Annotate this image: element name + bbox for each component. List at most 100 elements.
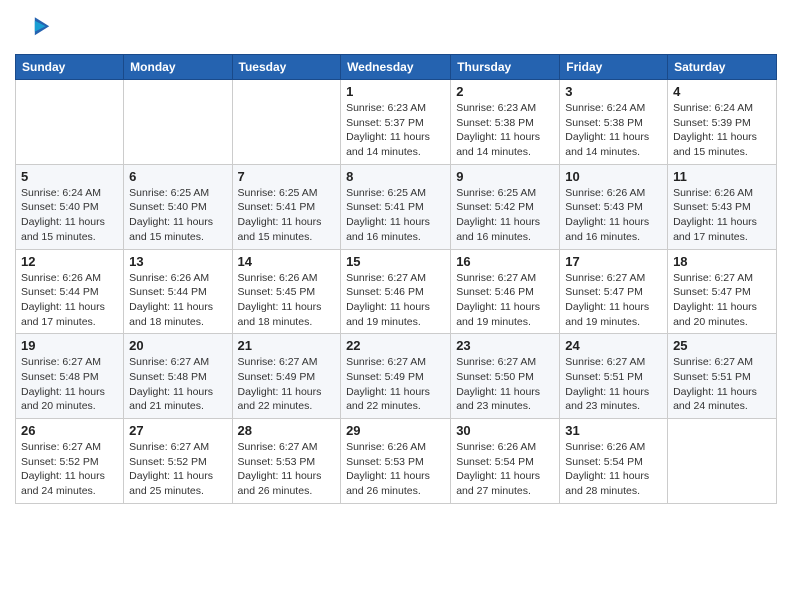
day-info: Sunrise: 6:24 AM Sunset: 5:40 PM Dayligh… [21,186,118,245]
day-number: 10 [565,169,662,184]
day-number: 27 [129,423,226,438]
day-info: Sunrise: 6:26 AM Sunset: 5:43 PM Dayligh… [565,186,662,245]
day-number: 5 [21,169,118,184]
week-row-1: 5 Sunrise: 6:24 AM Sunset: 5:40 PM Daylig… [16,164,777,249]
day-number: 2 [456,84,554,99]
col-header-friday: Friday [560,55,668,80]
calendar-table: SundayMondayTuesdayWednesdayThursdayFrid… [15,54,777,504]
day-info: Sunrise: 6:26 AM Sunset: 5:44 PM Dayligh… [21,271,118,330]
day-cell: 21 Sunrise: 6:27 AM Sunset: 5:49 PM Dayli… [232,334,341,419]
day-info: Sunrise: 6:27 AM Sunset: 5:48 PM Dayligh… [129,355,226,414]
calendar-header-row: SundayMondayTuesdayWednesdayThursdayFrid… [16,55,777,80]
logo [15,10,55,46]
day-info: Sunrise: 6:27 AM Sunset: 5:46 PM Dayligh… [346,271,445,330]
day-number: 22 [346,338,445,353]
day-number: 1 [346,84,445,99]
day-info: Sunrise: 6:27 AM Sunset: 5:47 PM Dayligh… [565,271,662,330]
day-cell: 7Sunrise: 6:25 AM Sunset: 5:41 PM Daylig… [232,164,341,249]
day-cell: 8 Sunrise: 6:25 AM Sunset: 5:41 PM Daylig… [341,164,451,249]
header [15,10,777,46]
day-cell: 1 Sunrise: 6:23 AM Sunset: 5:37 PM Daylig… [341,80,451,165]
day-number: 30 [456,423,554,438]
day-info: Sunrise: 6:27 AM Sunset: 5:50 PM Dayligh… [456,355,554,414]
day-cell [124,80,232,165]
day-number: 11 [673,169,771,184]
day-info: Sunrise: 6:27 AM Sunset: 5:48 PM Dayligh… [21,355,118,414]
day-number: 25 [673,338,771,353]
day-cell [232,80,341,165]
day-info: Sunrise: 6:27 AM Sunset: 5:52 PM Dayligh… [129,440,226,499]
day-cell: 2Sunrise: 6:23 AM Sunset: 5:38 PM Daylig… [451,80,560,165]
page: SundayMondayTuesdayWednesdayThursdayFrid… [0,0,792,612]
day-info: Sunrise: 6:27 AM Sunset: 5:52 PM Dayligh… [21,440,118,499]
col-header-thursday: Thursday [451,55,560,80]
col-header-sunday: Sunday [16,55,124,80]
day-number: 23 [456,338,554,353]
day-number: 26 [21,423,118,438]
day-number: 28 [238,423,336,438]
day-number: 24 [565,338,662,353]
day-number: 12 [21,254,118,269]
col-header-monday: Monday [124,55,232,80]
day-number: 29 [346,423,445,438]
col-header-tuesday: Tuesday [232,55,341,80]
day-cell: 14 Sunrise: 6:26 AM Sunset: 5:45 PM Dayli… [232,249,341,334]
day-info: Sunrise: 6:27 AM Sunset: 5:49 PM Dayligh… [346,355,445,414]
day-number: 15 [346,254,445,269]
day-number: 3 [565,84,662,99]
day-cell: 13 Sunrise: 6:26 AM Sunset: 5:44 PM Dayli… [124,249,232,334]
day-cell: 10 Sunrise: 6:26 AM Sunset: 5:43 PM Dayli… [560,164,668,249]
day-cell: 20 Sunrise: 6:27 AM Sunset: 5:48 PM Dayli… [124,334,232,419]
day-number: 6 [129,169,226,184]
day-number: 13 [129,254,226,269]
day-info: Sunrise: 6:25 AM Sunset: 5:40 PM Dayligh… [129,186,226,245]
day-number: 7 [238,169,336,184]
day-cell: 15 Sunrise: 6:27 AM Sunset: 5:46 PM Dayli… [341,249,451,334]
day-cell: 24 Sunrise: 6:27 AM Sunset: 5:51 PM Dayli… [560,334,668,419]
week-row-4: 26 Sunrise: 6:27 AM Sunset: 5:52 PM Dayli… [16,419,777,504]
day-cell: 3 Sunrise: 6:24 AM Sunset: 5:38 PM Daylig… [560,80,668,165]
day-info: Sunrise: 6:26 AM Sunset: 5:44 PM Dayligh… [129,271,226,330]
day-number: 18 [673,254,771,269]
day-info: Sunrise: 6:25 AM Sunset: 5:42 PM Dayligh… [456,186,554,245]
day-number: 4 [673,84,771,99]
logo-icon [15,10,51,46]
day-number: 14 [238,254,336,269]
week-row-3: 19 Sunrise: 6:27 AM Sunset: 5:48 PM Dayli… [16,334,777,419]
day-info: Sunrise: 6:27 AM Sunset: 5:53 PM Dayligh… [238,440,336,499]
day-info: Sunrise: 6:27 AM Sunset: 5:49 PM Dayligh… [238,355,336,414]
day-cell: 16 Sunrise: 6:27 AM Sunset: 5:46 PM Dayli… [451,249,560,334]
day-info: Sunrise: 6:26 AM Sunset: 5:54 PM Dayligh… [456,440,554,499]
day-cell: 30 Sunrise: 6:26 AM Sunset: 5:54 PM Dayli… [451,419,560,504]
day-info: Sunrise: 6:26 AM Sunset: 5:45 PM Dayligh… [238,271,336,330]
day-number: 31 [565,423,662,438]
day-cell: 31Sunrise: 6:26 AM Sunset: 5:54 PM Dayli… [560,419,668,504]
day-number: 8 [346,169,445,184]
day-info: Sunrise: 6:24 AM Sunset: 5:38 PM Dayligh… [565,101,662,160]
day-cell: 18 Sunrise: 6:27 AM Sunset: 5:47 PM Dayli… [668,249,777,334]
day-cell: 4Sunrise: 6:24 AM Sunset: 5:39 PM Daylig… [668,80,777,165]
col-header-saturday: Saturday [668,55,777,80]
day-cell: 25 Sunrise: 6:27 AM Sunset: 5:51 PM Dayli… [668,334,777,419]
day-number: 19 [21,338,118,353]
day-info: Sunrise: 6:27 AM Sunset: 5:51 PM Dayligh… [565,355,662,414]
day-info: Sunrise: 6:26 AM Sunset: 5:53 PM Dayligh… [346,440,445,499]
day-cell: 26 Sunrise: 6:27 AM Sunset: 5:52 PM Dayli… [16,419,124,504]
day-info: Sunrise: 6:23 AM Sunset: 5:37 PM Dayligh… [346,101,445,160]
day-info: Sunrise: 6:27 AM Sunset: 5:51 PM Dayligh… [673,355,771,414]
day-cell: 22 Sunrise: 6:27 AM Sunset: 5:49 PM Dayli… [341,334,451,419]
day-number: 16 [456,254,554,269]
day-cell: 6 Sunrise: 6:25 AM Sunset: 5:40 PM Daylig… [124,164,232,249]
day-info: Sunrise: 6:27 AM Sunset: 5:46 PM Dayligh… [456,271,554,330]
day-cell: 27 Sunrise: 6:27 AM Sunset: 5:52 PM Dayli… [124,419,232,504]
day-cell: 28 Sunrise: 6:27 AM Sunset: 5:53 PM Dayli… [232,419,341,504]
day-cell: 29 Sunrise: 6:26 AM Sunset: 5:53 PM Dayli… [341,419,451,504]
week-row-2: 12 Sunrise: 6:26 AM Sunset: 5:44 PM Dayli… [16,249,777,334]
day-cell: 12 Sunrise: 6:26 AM Sunset: 5:44 PM Dayli… [16,249,124,334]
day-number: 20 [129,338,226,353]
day-info: Sunrise: 6:27 AM Sunset: 5:47 PM Dayligh… [673,271,771,330]
day-info: Sunrise: 6:25 AM Sunset: 5:41 PM Dayligh… [346,186,445,245]
day-number: 21 [238,338,336,353]
week-row-0: 1 Sunrise: 6:23 AM Sunset: 5:37 PM Daylig… [16,80,777,165]
day-cell [668,419,777,504]
